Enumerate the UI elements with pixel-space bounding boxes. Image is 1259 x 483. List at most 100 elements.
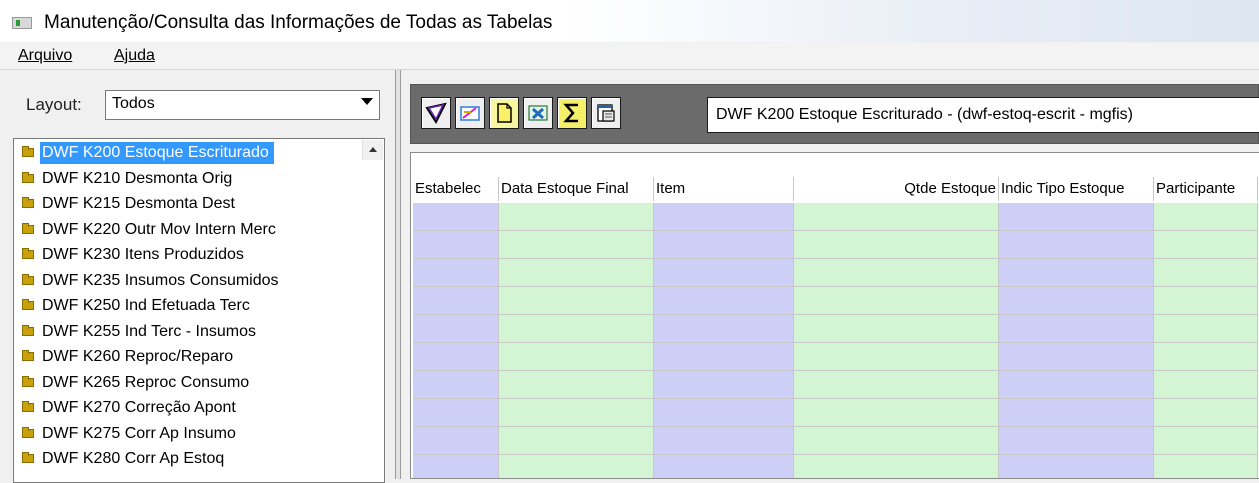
table-cell[interactable] bbox=[499, 315, 654, 343]
table-cell[interactable] bbox=[999, 343, 1154, 371]
table-row[interactable] bbox=[413, 315, 1258, 343]
table-cell[interactable] bbox=[794, 399, 999, 427]
table-list-item[interactable]: DWF K260 Reproc/Reparo bbox=[16, 346, 362, 368]
table-cell[interactable] bbox=[999, 455, 1154, 478]
pane-splitter[interactable] bbox=[395, 70, 401, 479]
table-cell[interactable] bbox=[413, 427, 499, 455]
table-cell[interactable] bbox=[413, 399, 499, 427]
table-cell[interactable] bbox=[794, 231, 999, 259]
table-cell[interactable] bbox=[654, 315, 794, 343]
edit-button[interactable] bbox=[455, 97, 485, 129]
menu-arquivo[interactable]: Arquivo bbox=[18, 47, 72, 65]
table-cell[interactable] bbox=[654, 427, 794, 455]
table-cell[interactable] bbox=[1154, 427, 1258, 455]
filter-button[interactable] bbox=[421, 97, 451, 129]
table-cell[interactable] bbox=[654, 203, 794, 231]
column-header[interactable]: Indic Tipo Estoque bbox=[999, 177, 1154, 201]
table-list-item[interactable]: DWF K220 Outr Mov Intern Merc bbox=[16, 219, 362, 241]
table-cell[interactable] bbox=[654, 287, 794, 315]
column-header[interactable]: Data Estoque Final bbox=[499, 177, 654, 201]
table-cell[interactable] bbox=[1154, 287, 1258, 315]
table-cell[interactable] bbox=[654, 371, 794, 399]
table-cell[interactable] bbox=[499, 231, 654, 259]
table-cell[interactable] bbox=[654, 343, 794, 371]
table-cell[interactable] bbox=[1154, 399, 1258, 427]
table-cell[interactable] bbox=[654, 399, 794, 427]
table-cell[interactable] bbox=[499, 371, 654, 399]
table-list-item[interactable]: DWF K280 Corr Ap Estoq bbox=[16, 448, 362, 470]
table-cell[interactable] bbox=[1154, 315, 1258, 343]
table-row[interactable] bbox=[413, 287, 1258, 315]
table-cell[interactable] bbox=[499, 203, 654, 231]
table-list-item[interactable]: DWF K230 Itens Produzidos bbox=[16, 244, 362, 266]
table-cell[interactable] bbox=[999, 287, 1154, 315]
column-header[interactable]: Item bbox=[654, 177, 794, 201]
sum-button[interactable] bbox=[557, 97, 587, 129]
table-cell[interactable] bbox=[413, 455, 499, 478]
table-row[interactable] bbox=[413, 427, 1258, 455]
table-cell[interactable] bbox=[999, 315, 1154, 343]
scroll-up-button[interactable] bbox=[362, 140, 383, 160]
table-cell[interactable] bbox=[794, 287, 999, 315]
table-list-item[interactable]: DWF K255 Ind Terc - Insumos bbox=[16, 321, 362, 343]
table-list-item[interactable]: DWF K200 Estoque Escriturado bbox=[16, 142, 362, 164]
table-cell[interactable] bbox=[794, 427, 999, 455]
table-cell[interactable] bbox=[654, 455, 794, 478]
properties-button[interactable] bbox=[591, 97, 621, 129]
table-cell[interactable] bbox=[999, 399, 1154, 427]
table-cell[interactable] bbox=[499, 259, 654, 287]
table-cell[interactable] bbox=[794, 259, 999, 287]
table-list-item[interactable]: DWF K210 Desmonta Orig bbox=[16, 168, 362, 190]
table-cell[interactable] bbox=[413, 259, 499, 287]
layout-select[interactable]: Todos bbox=[105, 90, 380, 120]
table-cell[interactable] bbox=[413, 203, 499, 231]
table-cell[interactable] bbox=[794, 455, 999, 478]
table-list-item[interactable]: DWF K235 Insumos Consumidos bbox=[16, 270, 362, 292]
new-document-button[interactable] bbox=[489, 97, 519, 129]
table-cell[interactable] bbox=[413, 231, 499, 259]
table-cell[interactable] bbox=[413, 315, 499, 343]
excel-export-button[interactable] bbox=[523, 97, 553, 129]
table-cell[interactable] bbox=[499, 399, 654, 427]
table-row[interactable] bbox=[413, 231, 1258, 259]
table-cell[interactable] bbox=[654, 231, 794, 259]
table-cell[interactable] bbox=[499, 455, 654, 478]
table-cell[interactable] bbox=[1154, 371, 1258, 399]
table-cell[interactable] bbox=[1154, 203, 1258, 231]
table-row[interactable] bbox=[413, 259, 1258, 287]
table-row[interactable] bbox=[413, 203, 1258, 231]
column-header[interactable]: Qtde Estoque bbox=[794, 177, 999, 201]
menu-ajuda[interactable]: Ajuda bbox=[114, 47, 155, 65]
table-cell[interactable] bbox=[794, 315, 999, 343]
table-cell[interactable] bbox=[1154, 231, 1258, 259]
table-cell[interactable] bbox=[499, 343, 654, 371]
column-header[interactable]: Estabelec bbox=[413, 177, 499, 201]
table-cell[interactable] bbox=[794, 371, 999, 399]
table-row[interactable] bbox=[413, 371, 1258, 399]
table-cell[interactable] bbox=[1154, 343, 1258, 371]
table-cell[interactable] bbox=[499, 427, 654, 455]
table-list-item[interactable]: DWF K250 Ind Efetuada Terc bbox=[16, 295, 362, 317]
table-cell[interactable] bbox=[499, 287, 654, 315]
table-cell[interactable] bbox=[413, 371, 499, 399]
chevron-down-icon[interactable] bbox=[361, 98, 373, 105]
table-cell[interactable] bbox=[999, 203, 1154, 231]
data-grid[interactable]: Estabelec Data Estoque Final Item Qtde Esto… bbox=[410, 152, 1259, 479]
table-cell[interactable] bbox=[999, 371, 1154, 399]
table-list-item[interactable]: DWF K215 Desmonta Dest bbox=[16, 193, 362, 215]
table-cell[interactable] bbox=[999, 259, 1154, 287]
table-cell[interactable] bbox=[413, 287, 499, 315]
table-list-item[interactable]: DWF K265 Reproc Consumo bbox=[16, 372, 362, 394]
table-cell[interactable] bbox=[794, 343, 999, 371]
table-list[interactable]: DWF K200 Estoque Escriturado DWF K210 Des… bbox=[13, 138, 385, 483]
table-cell[interactable] bbox=[794, 203, 999, 231]
column-header[interactable]: Participante bbox=[1154, 177, 1258, 201]
table-list-item[interactable]: DWF K270 Correção Apont bbox=[16, 397, 362, 419]
table-row[interactable] bbox=[413, 455, 1258, 478]
table-list-item[interactable]: DWF K275 Corr Ap Insumo bbox=[16, 423, 362, 445]
table-cell[interactable] bbox=[999, 231, 1154, 259]
table-row[interactable] bbox=[413, 399, 1258, 427]
table-cell[interactable] bbox=[1154, 455, 1258, 478]
table-row[interactable] bbox=[413, 343, 1258, 371]
table-cell[interactable] bbox=[413, 343, 499, 371]
